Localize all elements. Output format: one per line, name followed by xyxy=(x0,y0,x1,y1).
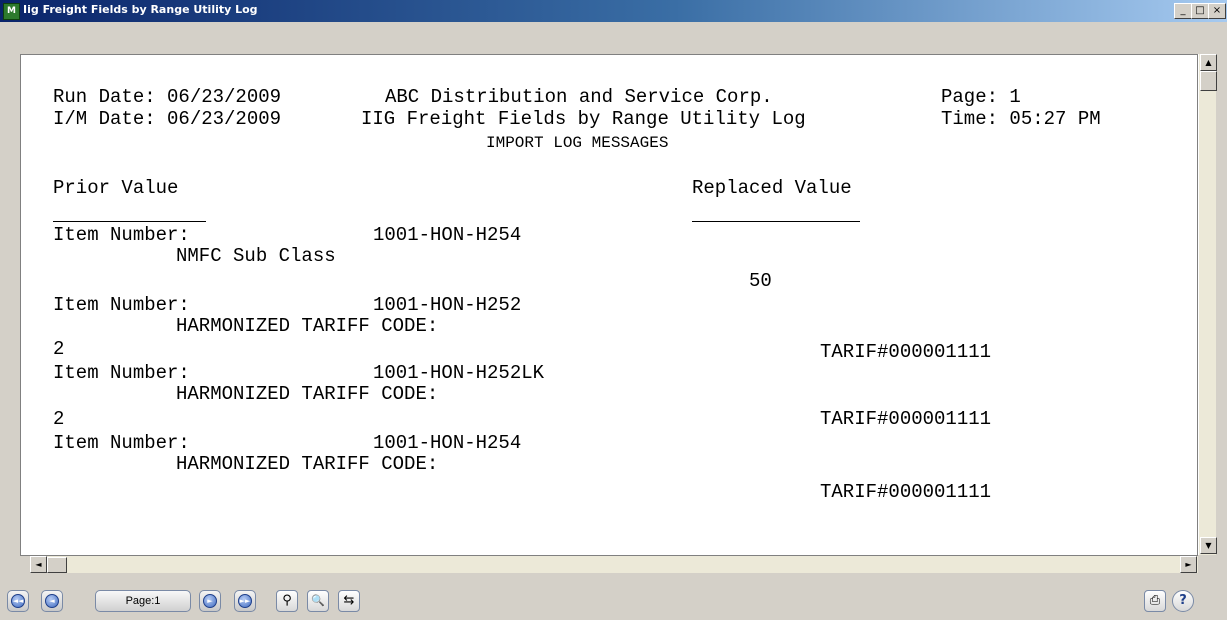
field-name: HARMONIZED TARIFF CODE: xyxy=(176,315,439,337)
field-name: HARMONIZED TARIFF CODE: xyxy=(176,383,439,405)
replaced-value: TARIF#000001111 xyxy=(820,408,992,430)
prior-underline xyxy=(53,221,206,222)
item-label: Item Number: xyxy=(53,362,190,384)
report-preview: Run Date: 06/23/2009 ABC Distribution an… xyxy=(20,54,1198,556)
item-number: 1001-HON-H252LK xyxy=(373,362,545,384)
last-page-icon: ►► xyxy=(238,594,252,608)
item-label: Item Number: xyxy=(53,294,190,316)
next-page-icon: ► xyxy=(203,594,217,608)
replaced-underline xyxy=(692,221,860,222)
col-replaced-value: Replaced Value xyxy=(692,177,852,199)
report-subtitle: IMPORT LOG MESSAGES xyxy=(486,134,669,152)
title-bar: M Iig Freight Fields by Range Utility Lo… xyxy=(0,0,1227,22)
scroll-down-button[interactable]: ▼ xyxy=(1200,537,1217,554)
page-number: Page: 1 xyxy=(941,86,1021,108)
company-name: ABC Distribution and Service Corp. xyxy=(385,86,773,108)
next-page-button[interactable]: ► xyxy=(199,590,221,612)
field-name: NMFC Sub Class xyxy=(176,245,336,267)
minimize-button[interactable]: _ xyxy=(1174,3,1192,19)
magnifier-icon: 🔍 xyxy=(311,594,325,607)
replaced-value: TARIF#000001111 xyxy=(820,481,992,503)
utility-title: IIG Freight Fields by Range Utility Log xyxy=(361,108,806,130)
first-page-icon: ◄◄ xyxy=(11,594,25,608)
close-button[interactable]: × xyxy=(1208,3,1226,19)
col-prior-value: Prior Value xyxy=(53,177,179,199)
horizontal-scrollbar[interactable]: ◄ ► xyxy=(30,556,1198,573)
item-number: 1001-HON-H254 xyxy=(373,224,522,246)
vertical-scroll-thumb[interactable] xyxy=(1200,71,1217,91)
item-number: 1001-HON-H252 xyxy=(373,294,522,316)
preview-toolbar: ◄◄ ◄ Page:1 ► ►► ⚲ 🔍 ⇆ ⎙ ? xyxy=(0,585,1227,620)
print-button[interactable]: ⎙ xyxy=(1144,590,1166,612)
previous-page-button[interactable]: ◄ xyxy=(41,590,63,612)
im-date: I/M Date: 06/23/2009 xyxy=(53,108,282,130)
item-label: Item Number: xyxy=(53,224,190,246)
scroll-up-button[interactable]: ▲ xyxy=(1200,54,1217,71)
item-label: Item Number: xyxy=(53,432,190,454)
prior-value: 2 xyxy=(53,408,65,430)
help-button[interactable]: ? xyxy=(1172,590,1194,612)
printer-icon: ⎙ xyxy=(1149,593,1161,608)
prior-value: 2 xyxy=(53,338,65,360)
scroll-right-button[interactable]: ► xyxy=(1180,556,1197,573)
help-icon: ? xyxy=(1179,593,1187,608)
run-date: Run Date: 06/23/2009 xyxy=(53,86,282,108)
last-page-button[interactable]: ►► xyxy=(234,590,256,612)
maximize-button[interactable]: □ xyxy=(1191,3,1209,19)
horizontal-scroll-thumb[interactable] xyxy=(47,557,67,573)
page-indicator[interactable]: Page:1 xyxy=(95,590,191,612)
export-icon: ⇆ xyxy=(343,593,355,608)
binoculars-icon: ⚲ xyxy=(282,593,292,608)
app-icon[interactable]: M xyxy=(3,3,20,20)
replaced-value: 50 xyxy=(749,270,772,292)
find-button[interactable]: ⚲ xyxy=(276,590,298,612)
first-page-button[interactable]: ◄◄ xyxy=(7,590,29,612)
field-name: HARMONIZED TARIFF CODE: xyxy=(176,453,439,475)
replaced-value: TARIF#000001111 xyxy=(820,341,992,363)
export-button[interactable]: ⇆ xyxy=(338,590,360,612)
previous-page-icon: ◄ xyxy=(45,594,59,608)
vertical-scrollbar[interactable]: ▲ ▼ xyxy=(1198,54,1217,555)
item-number: 1001-HON-H254 xyxy=(373,432,522,454)
scroll-left-button[interactable]: ◄ xyxy=(30,556,47,573)
window-title: Iig Freight Fields by Range Utility Log xyxy=(23,3,258,16)
print-time: Time: 05:27 PM xyxy=(941,108,1101,130)
zoom-button[interactable]: 🔍 xyxy=(307,590,329,612)
